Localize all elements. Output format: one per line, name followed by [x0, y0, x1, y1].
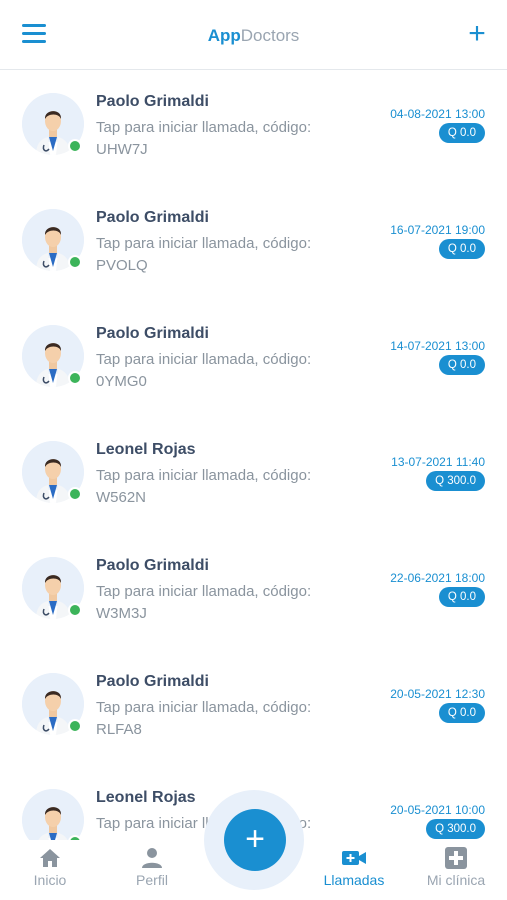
amount-badge: Q 300.0 — [426, 471, 485, 491]
online-status-dot — [68, 487, 82, 501]
call-instructions-text: Tap para iniciar llamada, código: — [96, 467, 312, 484]
amount-badge: Q 0.0 — [438, 123, 485, 143]
amount-badge: Q 0.0 — [438, 703, 485, 723]
call-instructions: Tap para iniciar llamada, código: 0YMG0 — [96, 349, 336, 393]
doctor-avatar-image — [22, 789, 84, 841]
call-list-item[interactable]: Leonel Rojas Tap para iniciar llamada, có… — [0, 419, 507, 535]
new-call-fab-button[interactable]: + — [224, 809, 286, 871]
user-icon — [142, 848, 162, 868]
tab-perfil[interactable]: Perfil — [102, 840, 202, 900]
tab-perfil-label: Perfil — [136, 872, 168, 888]
tab-inicio-label: Inicio — [33, 872, 67, 888]
app-header: AppDoctors + — [0, 0, 507, 70]
call-datetime: 20-05-2021 10:00 — [390, 803, 485, 817]
call-instructions: Tap para iniciar llamada, código: RLFA8 — [96, 697, 336, 741]
app-title-part1: App — [207, 26, 241, 45]
call-code: W562N — [96, 489, 147, 506]
call-list-item[interactable]: Paolo Grimaldi Tap para iniciar llamada, … — [0, 651, 507, 767]
call-code: RLFA8 — [96, 721, 142, 738]
call-list-item[interactable]: Paolo Grimaldi Tap para iniciar llamada, … — [0, 187, 507, 303]
avatar — [22, 325, 84, 387]
call-code: UHW7J — [96, 141, 148, 158]
avatar — [22, 673, 84, 735]
home-icon — [40, 849, 60, 867]
tab-mi-clinica[interactable]: Mi clínica — [406, 840, 506, 900]
amount-badge: Q 0.0 — [438, 587, 485, 607]
call-instructions: Tap para iniciar llamada, código: W562N — [96, 465, 336, 509]
doctor-name: Paolo Grimaldi — [96, 325, 209, 342]
tab-inicio[interactable]: Inicio — [0, 840, 100, 900]
doctor-name: Paolo Grimaldi — [96, 209, 209, 226]
call-datetime: 04-08-2021 13:00 — [390, 107, 485, 121]
doctor-name: Paolo Grimaldi — [96, 557, 209, 574]
avatar — [22, 557, 84, 619]
call-datetime: 20-05-2021 12:30 — [390, 687, 485, 701]
amount-badge: Q 300.0 — [426, 819, 485, 839]
plus-icon[interactable]: + — [465, 19, 489, 49]
call-list-item[interactable]: Paolo Grimaldi Tap para iniciar llamada, … — [0, 303, 507, 419]
call-instructions-text: Tap para iniciar llamada, código: — [96, 235, 312, 252]
plus-icon: + — [245, 820, 265, 858]
call-instructions-text: Tap para iniciar llamada, código: — [96, 699, 312, 716]
calls-list: Paolo Grimaldi Tap para iniciar llamada, … — [0, 71, 507, 841]
video-camera-plus-icon — [342, 851, 366, 865]
online-status-dot — [68, 371, 82, 385]
call-instructions: Tap para iniciar llamada, código: UHW7J — [96, 117, 336, 161]
app-title: AppDoctors — [0, 26, 507, 46]
call-datetime: 14-07-2021 13:00 — [390, 339, 485, 353]
call-code: W3M3J — [96, 605, 147, 622]
doctor-name: Leonel Rojas — [96, 441, 196, 458]
tab-llamadas[interactable]: Llamadas — [304, 840, 404, 900]
app-title-part2: Doctors — [240, 26, 300, 45]
avatar — [22, 93, 84, 155]
call-instructions-text: Tap para iniciar llamada, código: — [96, 583, 312, 600]
avatar — [22, 209, 84, 271]
avatar — [22, 789, 84, 841]
online-status-dot — [68, 139, 82, 153]
doctor-name: Paolo Grimaldi — [96, 673, 209, 690]
online-status-dot — [68, 255, 82, 269]
doctor-name: Paolo Grimaldi — [96, 93, 209, 110]
amount-badge: Q 0.0 — [438, 355, 485, 375]
call-instructions: Tap para iniciar llamada, código: PVOLQ — [96, 233, 336, 277]
call-instructions-text: Tap para iniciar llamada, código: — [96, 351, 312, 368]
call-datetime: 22-06-2021 18:00 — [390, 571, 485, 585]
tab-llamadas-label: Llamadas — [323, 872, 385, 888]
call-list-item[interactable]: Paolo Grimaldi Tap para iniciar llamada, … — [0, 535, 507, 651]
online-status-dot — [68, 603, 82, 617]
medical-cross-icon — [445, 847, 467, 869]
call-instructions-text: Tap para iniciar llamada, código: — [96, 119, 312, 136]
call-code: 0YMG0 — [96, 373, 147, 390]
call-datetime: 16-07-2021 19:00 — [390, 223, 485, 237]
amount-badge: Q 0.0 — [438, 239, 485, 259]
online-status-dot — [68, 719, 82, 733]
avatar — [22, 441, 84, 503]
call-datetime: 13-07-2021 11:40 — [391, 455, 485, 469]
call-list-item[interactable]: Paolo Grimaldi Tap para iniciar llamada, … — [0, 71, 507, 187]
call-instructions: Tap para iniciar llamada, código: W3M3J — [96, 581, 336, 625]
doctor-name: Leonel Rojas — [96, 789, 196, 806]
call-code: PVOLQ — [96, 257, 148, 274]
tab-mi-clinica-label: Mi clínica — [426, 872, 486, 888]
